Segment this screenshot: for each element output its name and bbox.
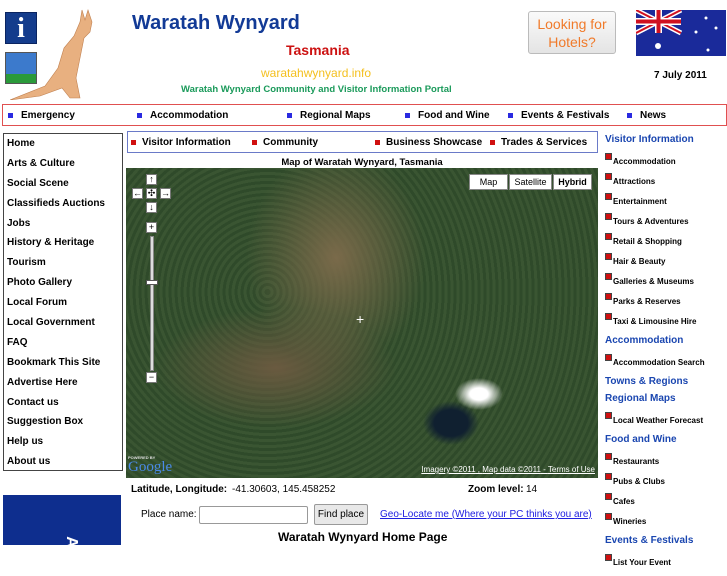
right-nav: Visitor Information Accommodation Attracti… xyxy=(604,134,727,576)
pan-left-icon[interactable]: ← xyxy=(132,188,143,199)
right-nav-item[interactable]: Pubs & Clubs xyxy=(604,471,727,491)
right-nav-item[interactable]: List Your Event xyxy=(604,552,727,572)
left-nav-item[interactable]: Help us xyxy=(7,436,119,456)
right-nav-item[interactable]: Galleries & Museums xyxy=(604,271,727,291)
lat-lng-label: Latitude, Longitude: xyxy=(131,484,228,495)
left-nav-item[interactable]: Local Forum xyxy=(7,297,119,317)
left-nav-item[interactable]: Local Government xyxy=(7,317,119,337)
right-nav-heading[interactable]: Accommodation xyxy=(605,335,727,349)
pan-right-icon[interactable]: → xyxy=(160,188,171,199)
zoom-out-icon[interactable]: − xyxy=(146,372,157,383)
pan-center-icon[interactable]: ✣ xyxy=(146,188,157,199)
top-nav-events-festivals[interactable]: Events & Festivals xyxy=(508,110,609,121)
sub-nav-trades-services[interactable]: Trades & Services xyxy=(490,137,587,148)
top-nav-food-and-wine[interactable]: Food and Wine xyxy=(405,110,490,121)
right-nav-item[interactable]: Accommodation xyxy=(604,151,727,171)
left-nav-item[interactable]: Jobs xyxy=(7,218,119,238)
place-name-label: Place name: xyxy=(141,509,197,520)
right-nav-item[interactable]: Entertainment xyxy=(604,191,727,211)
top-nav-news[interactable]: News xyxy=(627,110,666,121)
left-nav-item[interactable]: Advertise Here xyxy=(7,377,119,397)
zoom-slider[interactable] xyxy=(150,236,154,371)
right-nav-item[interactable]: Cafes xyxy=(604,491,727,511)
left-nav-item[interactable]: Photo Gallery xyxy=(7,277,119,297)
left-nav-item[interactable]: FAQ xyxy=(7,337,119,357)
right-nav-heading[interactable]: Regional Maps xyxy=(605,393,727,407)
left-nav-item[interactable]: Contact us xyxy=(7,397,119,417)
sub-nav-business-showcase[interactable]: Business Showcase xyxy=(375,137,482,148)
map-title: Map of Waratah Wynyard, Tasmania xyxy=(281,157,443,168)
top-nav-emergency[interactable]: Emergency xyxy=(8,110,75,121)
right-nav-item[interactable]: Wineries xyxy=(604,511,727,531)
home-page-heading: Waratah Wynyard Home Page xyxy=(278,530,448,544)
top-nav-regional-maps[interactable]: Regional Maps xyxy=(287,110,371,121)
sub-nav-visitor-information[interactable]: Visitor Information xyxy=(131,137,231,148)
right-nav-item[interactable]: Hair & Beauty xyxy=(604,251,727,271)
looking-for-hotels-button[interactable]: Looking for Hotels? xyxy=(528,11,616,54)
right-nav-heading[interactable]: Towns & Regions xyxy=(605,376,727,390)
advertisement-banner[interactable]: A xyxy=(3,495,121,548)
right-nav-item[interactable]: Local Weather Forecast xyxy=(604,410,727,430)
left-nav-item[interactable]: Suggestion Box xyxy=(7,416,119,436)
right-nav-item[interactable]: Attractions xyxy=(604,171,727,191)
left-nav-item[interactable]: Bookmark This Site xyxy=(7,357,119,377)
right-nav-heading[interactable]: Events & Festivals xyxy=(605,535,727,549)
pan-up-icon[interactable]: ↑ xyxy=(146,174,157,185)
place-name-input[interactable] xyxy=(199,506,308,524)
geo-locate-link[interactable]: Geo-Locate me (Where your PC thinks you … xyxy=(380,509,592,520)
left-nav-item[interactable]: Home xyxy=(7,138,119,158)
left-nav-item[interactable]: Social Scene xyxy=(7,178,119,198)
lat-lng-value: -41.30603, 145.458252 xyxy=(232,484,336,495)
zoom-level-value: 14 xyxy=(526,484,538,495)
sub-nav: Visitor Information Community Business S… xyxy=(127,131,598,153)
sub-nav-community[interactable]: Community xyxy=(252,137,318,148)
right-nav-item[interactable]: Accommodation Search xyxy=(604,352,727,372)
top-nav: Emergency Accommodation Regional Maps Fo… xyxy=(2,104,727,126)
crosshair-icon: + xyxy=(356,311,365,327)
zoom-in-icon[interactable]: + xyxy=(146,222,157,233)
google-logo[interactable]: Google xyxy=(128,459,172,476)
left-nav-item[interactable]: About us xyxy=(7,456,119,476)
australian-flag-icon xyxy=(636,10,726,56)
left-nav-item[interactable]: Arts & Culture xyxy=(7,158,119,178)
site-title: Waratah Wynyard xyxy=(132,12,300,34)
map-type-satellite-button[interactable]: Satellite xyxy=(509,174,552,190)
site-state: Tasmania xyxy=(286,42,350,58)
find-place-button[interactable]: Find place xyxy=(314,504,368,525)
pan-down-icon[interactable]: ↓ xyxy=(146,202,157,213)
left-nav: Home Arts & Culture Social Scene Classified… xyxy=(3,133,123,471)
site-tagline: Waratah Wynyard Community and Visitor In… xyxy=(181,84,452,95)
left-nav-item[interactable]: Tourism xyxy=(7,257,119,277)
site-domain: waratahwynyard.info xyxy=(261,66,372,80)
right-nav-heading[interactable]: Food and Wine xyxy=(605,434,727,448)
right-nav-item[interactable]: Retail & Shopping xyxy=(604,231,727,251)
left-nav-item[interactable]: Classifieds Auctions xyxy=(7,198,119,218)
map-attribution[interactable]: Imagery ©2011 , Map data ©2011 - Terms o… xyxy=(421,465,595,474)
zoom-level-label: Zoom level: xyxy=(468,484,524,495)
current-date: 7 July 2011 xyxy=(654,70,707,81)
satellite-map[interactable]: Map Satellite Hybrid ↑ ← ✣ → ↓ + − + POW… xyxy=(126,168,598,478)
right-nav-item[interactable]: Tours & Adventures xyxy=(604,211,727,231)
left-nav-item[interactable]: History & Heritage xyxy=(7,237,119,257)
right-nav-item[interactable]: Taxi & Limousine Hire xyxy=(604,311,727,331)
map-type-map-button[interactable]: Map xyxy=(469,174,508,190)
right-nav-item[interactable]: Parks & Reserves xyxy=(604,291,727,311)
top-nav-accommodation[interactable]: Accommodation xyxy=(137,110,228,121)
right-nav-item[interactable]: Restaurants xyxy=(604,451,727,471)
map-type-hybrid-button[interactable]: Hybrid xyxy=(553,174,592,190)
kangaroo-logo xyxy=(10,9,93,100)
right-nav-heading[interactable]: Visitor Information xyxy=(605,134,727,148)
zoom-slider-handle[interactable] xyxy=(146,280,158,285)
